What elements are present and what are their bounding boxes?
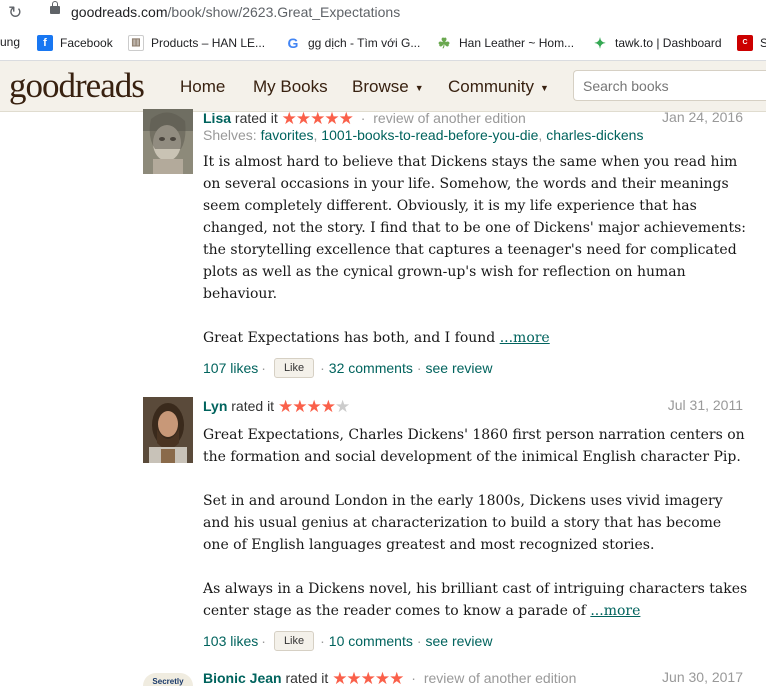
star-rating: ★★★★★ [281, 109, 354, 128]
avatar[interactable]: Secretly [143, 673, 193, 686]
more-link[interactable]: ...more [500, 330, 550, 346]
see-review-link[interactable]: see review [426, 360, 493, 376]
review-header: Bionic Jean rated it ★★★★★ · review of a… [203, 669, 743, 688]
facebook-icon: f [37, 35, 53, 51]
review-of-other-edition[interactable]: review of another edition [373, 110, 526, 126]
bookmark-chems[interactable]: CS [737, 35, 766, 51]
see-review-link[interactable]: see review [426, 633, 493, 649]
nav-browse[interactable]: Browse ▼ [352, 77, 424, 97]
bookmark-products[interactable]: ▥ Products – HAN LE... [128, 35, 265, 51]
review-text: It is almost hard to believe that Dicken… [203, 154, 746, 346]
shelves: Shelves: favorites, 1001-books-to-read-b… [203, 127, 644, 143]
comments-link[interactable]: 32 comments [329, 360, 413, 376]
tawk-icon: ✦ [592, 35, 608, 51]
shelf-link[interactable]: charles-dickens [546, 127, 643, 143]
review-header: Lisa rated it ★★★★★ · review of another … [203, 109, 743, 128]
address-bar: ↻ goodreads.com/book/show/2623.Great_Exp… [0, 0, 766, 26]
bookmark-google[interactable]: Ggg dịch - Tìm với G... [285, 35, 420, 51]
avatar[interactable] [143, 109, 193, 174]
bookmark-facebook[interactable]: f Facebook [37, 35, 113, 51]
bookmark-han-leather[interactable]: ☘ Han Leather ~ Hom... [436, 35, 574, 51]
shelf-link[interactable]: favorites [261, 127, 314, 143]
review-header: Lyn rated it ★★★★★ Jul 31, 2011 [203, 397, 743, 416]
bookmark-tawk[interactable]: ✦ tawk.to | Dashboard [592, 35, 722, 51]
avatar[interactable] [143, 397, 193, 463]
site-header: goodreads Home My Books Browse ▼ Communit… [0, 61, 766, 112]
goodreads-logo[interactable]: goodreads [9, 66, 145, 106]
review-actions: 103 likes · Like · 10 comments · see rev… [203, 631, 493, 651]
lock-icon[interactable] [50, 1, 60, 14]
caret-down-icon: ▼ [539, 82, 549, 93]
review-text: Great Expectations, Charles Dickens' 186… [203, 427, 748, 619]
caret-down-icon: ▼ [414, 82, 424, 93]
chems-icon: C [737, 35, 753, 51]
products-icon: ▥ [128, 35, 144, 51]
bookmarks-bar: ung f Facebook ▥ Products – HAN LE... Ggg … [0, 26, 766, 61]
like-button[interactable]: Like [273, 358, 315, 378]
search-input[interactable] [573, 70, 766, 101]
review-date[interactable]: Jan 24, 2016 [662, 109, 743, 125]
star-rating: ★★★★★ [332, 669, 404, 688]
nav-community[interactable]: Community ▼ [448, 77, 549, 97]
shelf-link[interactable]: 1001-books-to-read-before-you-die [321, 127, 538, 143]
leaf-icon: ☘ [436, 35, 452, 51]
reviewer-name[interactable]: Lyn [203, 398, 227, 414]
reviewer-name[interactable]: Lisa [203, 110, 231, 126]
review-of-other-edition[interactable]: review of another edition [424, 670, 577, 686]
more-link[interactable]: ...more [590, 603, 640, 619]
google-icon: G [285, 35, 301, 51]
likes-count[interactable]: 107 likes [203, 360, 258, 376]
url-field[interactable]: goodreads.com/book/show/2623.Great_Expec… [71, 4, 400, 20]
review-actions: 107 likes · Like · 32 comments · see rev… [203, 358, 493, 378]
likes-count[interactable]: 103 likes [203, 633, 258, 649]
reviewer-name[interactable]: Bionic Jean [203, 670, 282, 686]
nav-my-books[interactable]: My Books [253, 77, 328, 97]
bookmark-item[interactable]: ung [0, 35, 20, 49]
review-date[interactable]: Jul 31, 2011 [668, 397, 743, 413]
comments-link[interactable]: 10 comments [329, 633, 413, 649]
reload-icon[interactable]: ↻ [8, 3, 22, 23]
like-button[interactable]: Like [273, 631, 315, 651]
review-date[interactable]: Jun 30, 2017 [662, 669, 743, 685]
nav-home[interactable]: Home [180, 77, 225, 97]
star-rating: ★★★★★ [277, 397, 350, 416]
